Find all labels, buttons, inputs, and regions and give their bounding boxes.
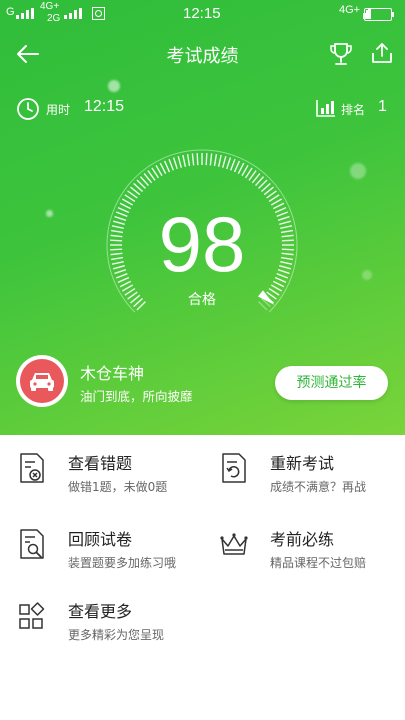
gauge-tick (222, 155, 227, 168)
retake-exam-icon (222, 453, 246, 483)
car-icon (30, 373, 54, 391)
gauge-tick (237, 162, 245, 175)
time-value: 12:15 (84, 98, 125, 115)
gauge-tick (155, 164, 163, 177)
menu-wrong-answers[interactable]: 查看错题 做错1题，未做0题 (18, 450, 208, 510)
menu-title: 重新考试 (270, 454, 335, 473)
rank-value: 1 (378, 98, 387, 115)
rank-label: 排名 (341, 103, 366, 117)
menu-subtitle: 装置题要多加练习哦 (68, 556, 177, 570)
gauge-tick (233, 160, 241, 173)
network-label-2: 2G (47, 13, 61, 24)
menu-subtitle: 更多精彩为您呈现 (68, 628, 165, 642)
user-motto: 油门到底，所向披靡 (80, 389, 193, 404)
gauge-tick (213, 154, 218, 167)
notification-icon (92, 7, 105, 20)
crown-icon (220, 533, 248, 555)
status-time: 12:15 (183, 5, 221, 22)
network-label-right: 4G+ (339, 4, 361, 16)
gauge-tick (209, 153, 213, 166)
gauge-tick (230, 158, 236, 171)
battery-icon (364, 8, 394, 21)
car-avatar (20, 359, 64, 403)
gauge-tick (241, 164, 249, 177)
time-label: 用时 (46, 103, 71, 117)
gauge-tick (163, 160, 171, 173)
user-name: 木仓车神 (80, 364, 145, 383)
gauge-tick (205, 153, 208, 166)
gauge-tick (226, 157, 232, 170)
menu-see-more[interactable]: 查看更多 更多精彩为您呈现 (18, 598, 208, 658)
status-bar: G 4G+ 2G 12:15 4G+ (0, 0, 405, 28)
share-icon[interactable] (370, 41, 394, 65)
navbar: 考试成绩 (0, 36, 405, 72)
menu-retake-exam[interactable]: 重新考试 成绩不满意？再战 (220, 450, 405, 510)
score-value: 98 (158, 200, 246, 288)
bokeh-dot (362, 270, 372, 280)
more-grid-icon (19, 602, 45, 629)
menu-title: 查看更多 (68, 602, 133, 621)
bokeh-dot (350, 163, 366, 179)
menu-title: 考前必练 (270, 530, 335, 549)
wrong-answers-icon (20, 453, 44, 483)
gauge-tick (168, 158, 174, 171)
bokeh-dot (108, 80, 120, 92)
menu-review-paper[interactable]: 回顾试卷 装置题要多加练习哦 (18, 526, 208, 586)
review-paper-icon (20, 529, 44, 559)
pass-status: 合格 (188, 292, 216, 308)
gauge-tick (196, 153, 199, 166)
signal-label: G (6, 6, 15, 18)
signal-bars-icon (16, 8, 34, 19)
gauge-tick (217, 154, 222, 167)
gauge-tick (177, 155, 182, 168)
menu-title: 回顾试卷 (68, 530, 133, 549)
bokeh-dot (46, 210, 53, 217)
meta-row: 用时 12:15 排名 1 (0, 95, 405, 123)
rank-chart-icon (316, 100, 335, 117)
menu-subtitle: 精品课程不过包赔 (270, 556, 367, 570)
menu-subtitle: 做错1题，未做0题 (68, 480, 168, 494)
menu-title: 查看错题 (68, 454, 133, 473)
gauge-tick (186, 154, 191, 167)
gauge-tick (182, 154, 187, 167)
gauge-tick (159, 162, 167, 175)
menu-pre-exam-practice[interactable]: 考前必练 精品课程不过包赔 (220, 526, 405, 586)
clock-icon (17, 98, 39, 120)
result-hero: G 4G+ 2G 12:15 4G+ 考试成绩 用时 12:15 排名 1 98… (0, 0, 405, 435)
avatar[interactable] (16, 355, 68, 407)
gauge-tick (172, 157, 178, 170)
predict-pass-rate-button[interactable]: 预测通过率 (275, 366, 388, 400)
signal-bars-icon (64, 8, 82, 19)
trophy-icon[interactable] (328, 41, 354, 67)
network-label: 4G+ (40, 1, 60, 12)
menu-subtitle: 成绩不满意？再战 (270, 480, 367, 494)
gauge-tick (191, 153, 195, 166)
